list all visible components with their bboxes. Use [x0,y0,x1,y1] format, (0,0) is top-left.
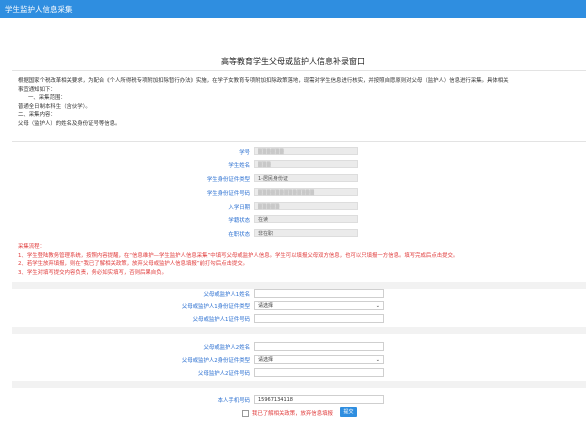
student-idtype-value: 1-居民身份证 [254,174,358,182]
process-line: 3、学生对填写提交内容负责，务必如实填写，否则后果自负。 [18,269,167,276]
section-divider [12,141,586,142]
intro-line: 父母（监护人）的姓名及身份证号等信息。 [18,120,121,127]
employment-label: 在职状态 [228,232,250,238]
student-idno-value: ▒▒▒▒▒▒▒▒▒▒▒▒▒ [254,188,358,196]
status-label: 学籍状态 [228,218,250,224]
student-id-label: 学号 [239,150,250,156]
intro-line: 一、采集范围： [28,95,66,102]
guardian2-idtype-select[interactable]: 请选择 ⌄ [254,355,384,364]
student-id-value: ▒▒▒▒▒▒ [254,147,358,155]
student-idtype-label: 学生身份证件类型 [206,177,250,183]
guardian2-idtype-value: 请选择 [258,357,274,363]
checkbox-icon[interactable] [242,410,249,417]
guardian1-name-input[interactable] [254,289,384,298]
process-line: 1、学生登陆教务管理系统，按照内容提醒，在“信息维护—学生监护人信息采集”中填写… [18,252,459,259]
enroll-date-label: 入学日期 [228,205,250,211]
abandon-checkbox[interactable]: 我已了解相关政策，放弃信息填报 [242,409,333,417]
guardian1-idtype-value: 请选择 [258,303,274,309]
intro-notice: 根据国家个税改革相关要求，为配合《个人所得税专项附加扣除暂行办法》实施，在学子女… [18,77,586,129]
app-title: 学生监护人信息采集 [5,5,73,14]
section-band [12,327,586,334]
guardian1-idno-label: 父母或监护人1证件号码 [192,317,250,323]
guardian1-idtype-select[interactable]: 请选择 ⌄ [254,301,384,310]
chevron-down-icon: ⌄ [375,303,380,309]
student-idno-label: 学生身份证件号码 [206,191,250,197]
title-divider [12,70,586,71]
process-line: 2、若学生放弃填报，则在“我已了解相关政策，放弃父母或监护人信息填报”前打勾后点… [18,261,249,268]
guardian2-idno-label: 父母监护人2证件号码 [198,371,250,377]
submit-button[interactable]: 提交 [340,407,357,417]
student-name-label: 学生姓名 [228,163,250,169]
intro-line: 事宜通知如下： [18,86,56,93]
section-band [12,282,586,289]
page-title: 高等教育学生父母或监护人信息补录窗口 [221,57,365,66]
guardian1-idtype-label: 父母或监护人1身份证件类型 [181,304,250,310]
enroll-date-value: ▒▒▒▒▒ [254,202,358,210]
guardian2-idtype-label: 父母或监护人2身份证件类型 [181,358,250,364]
app-header-bar: 学生监护人信息采集 [0,0,586,18]
section-band [12,381,586,388]
guardian1-name-label: 父母或监护人1姓名 [203,292,250,298]
intro-line: 根据国家个税改革相关要求，为配合《个人所得税专项附加扣除暂行办法》实施，在学子女… [18,78,509,84]
chevron-down-icon: ⌄ [375,357,380,363]
intro-line: 二、采集内容： [18,112,56,119]
guardian2-idno-input[interactable] [254,368,384,377]
phone-label: 本人手机号码 [217,398,250,404]
guardian2-name-input[interactable] [254,342,384,351]
guardian2-name-label: 父母或监护人2姓名 [203,345,250,351]
status-value: 在读 [254,215,358,223]
intro-line: 普通全日制本科生（含伙学）。 [18,103,91,110]
phone-input[interactable]: 15967134118 [254,395,384,404]
process-notice: 采集流程： 1、学生登陆教务管理系统，按照内容提醒，在“信息维护—学生监护人信息… [18,243,578,277]
process-line: 采集流程： [18,244,45,250]
student-name-value: ▒▒▒ [254,160,358,168]
guardian1-idno-input[interactable] [254,314,384,323]
abandon-label: 我已了解相关政策，放弃信息填报 [252,411,333,417]
employment-value: 非在职 [254,229,358,237]
